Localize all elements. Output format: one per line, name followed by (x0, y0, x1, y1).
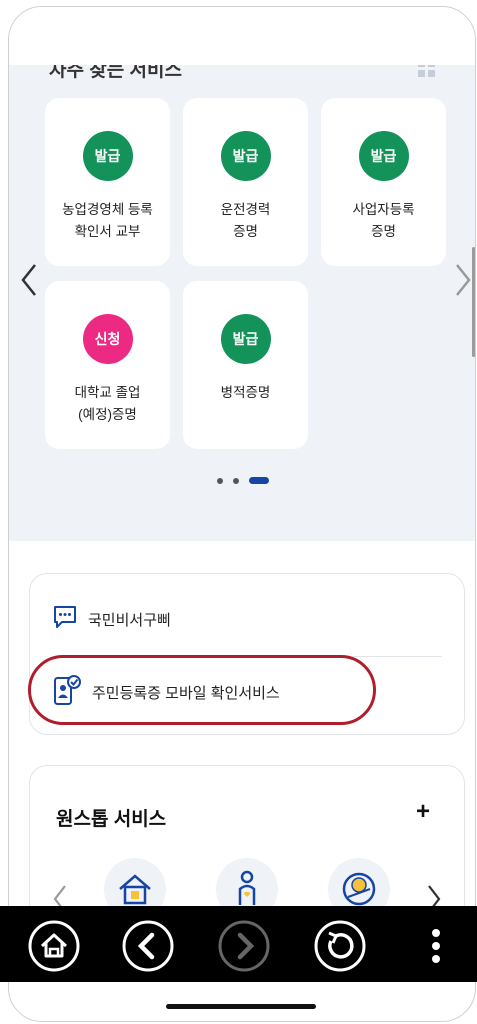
service-card-farm-registration[interactable]: 발급 농업경영체 등록 확인서 교부 (45, 98, 170, 266)
home-indicator[interactable] (166, 1004, 316, 1009)
status-area (9, 7, 475, 65)
service-card-label: 병적증명 (220, 385, 271, 400)
forward-icon[interactable] (216, 918, 272, 974)
frequent-services-carousel: 발급 농업경영체 등록 확인서 교부 발급 운전경력 증명 발급 사업자등록 증… (9, 65, 475, 541)
service-card-business-registration[interactable]: 발급 사업자등록 증명 (321, 98, 446, 266)
service-card-label: 농업경영체 등록 확인서 교부 (62, 202, 153, 239)
issue-badge: 발급 (220, 314, 271, 364)
section-title-onestop: 원스톱 서비스 (56, 809, 167, 830)
issue-badge: 발급 (358, 131, 409, 181)
service-card-driving-record[interactable]: 발급 운전경력 증명 (183, 98, 308, 266)
more-icon[interactable] (408, 918, 464, 974)
browser-bottom-bar (0, 906, 477, 982)
scrollbar[interactable] (472, 247, 475, 357)
issue-badge: 발급 (82, 131, 133, 181)
chat-bubble-icon (52, 604, 78, 634)
highlight-annotation (28, 655, 376, 725)
service-card-military-record[interactable]: 발급 병적증명 (183, 281, 308, 449)
apply-badge: 신청 (82, 314, 133, 364)
phone-frame: 자주 찾는 서비스 발급 농업경영체 등록 확인서 교부 발급 운전경력 증명 … (8, 6, 476, 1022)
link-national-secretary[interactable]: 국민비서구삐 (52, 604, 171, 634)
page-dot[interactable] (233, 477, 239, 484)
carousel-next-button[interactable] (453, 263, 473, 302)
page-dot-active[interactable] (249, 477, 269, 484)
issue-badge: 발급 (220, 131, 271, 181)
refresh-icon[interactable] (312, 918, 368, 974)
link-label: 국민비서구삐 (88, 611, 171, 629)
service-card-graduation[interactable]: 신청 대학교 졸업 (예정)증명 (45, 281, 170, 449)
carousel-prev-button[interactable] (19, 263, 39, 302)
add-button[interactable]: + (416, 798, 430, 826)
back-icon[interactable] (120, 918, 176, 974)
home-icon[interactable] (26, 918, 82, 974)
service-card-label: 대학교 졸업 (예정)증명 (74, 385, 141, 422)
carousel-page-indicator (217, 477, 269, 484)
page-dot[interactable] (217, 477, 223, 484)
service-card-label: 사업자등록 증명 (352, 202, 415, 239)
service-card-label: 운전경력 증명 (220, 202, 271, 239)
